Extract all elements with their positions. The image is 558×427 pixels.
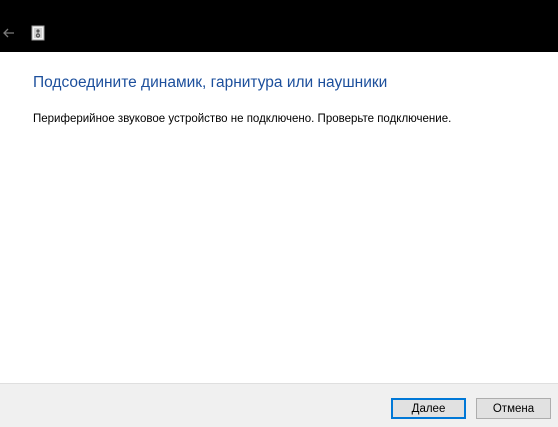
cancel-button[interactable]: Отмена: [476, 398, 551, 419]
speaker-device-icon: [30, 25, 46, 41]
next-button[interactable]: Далее: [391, 398, 466, 419]
button-bar: Далее Отмена: [0, 383, 558, 427]
arrow-left-icon: [3, 28, 14, 38]
wizard-content: Подсоедините динамик, гарнитура или науш…: [0, 52, 558, 383]
page-title: Подсоедините динамик, гарнитура или науш…: [33, 74, 388, 91]
title-bar: [0, 0, 558, 52]
back-button[interactable]: [0, 24, 18, 42]
status-message: Периферийное звуковое устройство не подк…: [33, 113, 452, 125]
